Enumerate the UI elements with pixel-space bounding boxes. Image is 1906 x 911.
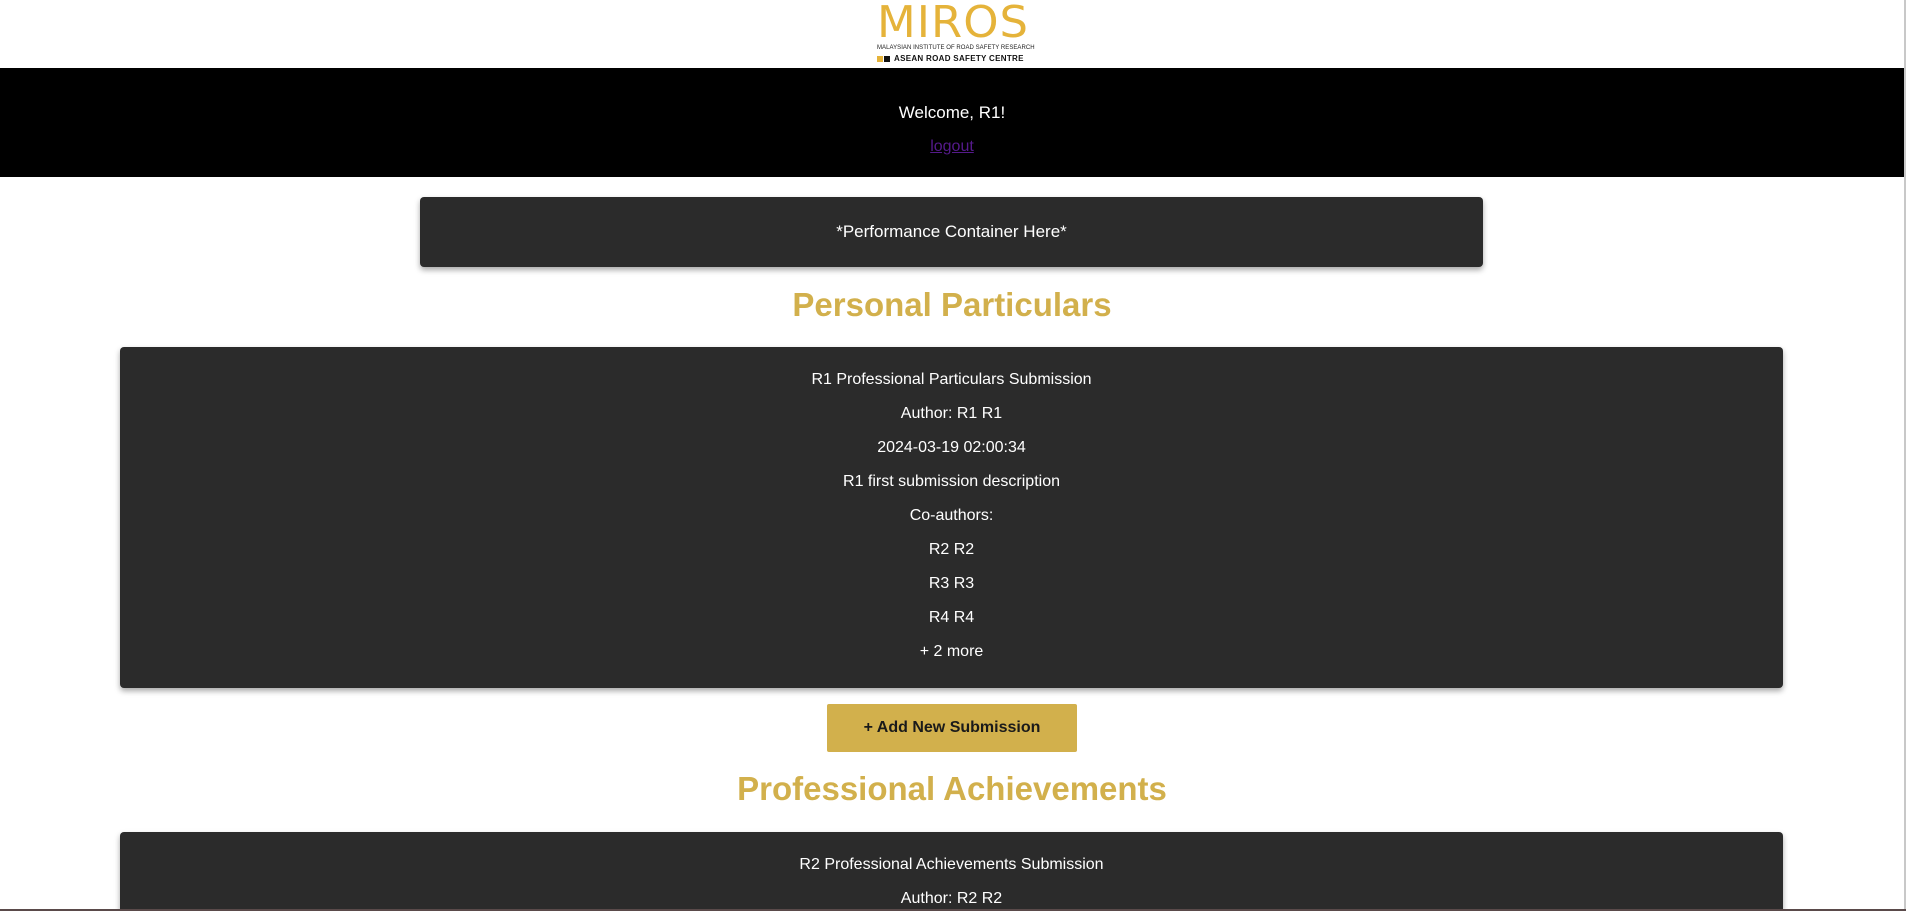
submission-title: R2 Professional Achievements Submission: [799, 856, 1104, 873]
coauthor-item: R4 R4: [928, 609, 975, 626]
submission-description: R1 first submission description: [843, 473, 1060, 490]
coauthor-item: R2 R2: [928, 541, 975, 558]
top-header: MIROS MALAYSIAN INSTITUTE OF ROAD SAFETY…: [0, 0, 1904, 68]
add-new-submission-button[interactable]: + Add New Submission: [827, 704, 1077, 752]
submission-title: R1 Professional Particulars Submission: [811, 371, 1092, 388]
miros-logo: MIROS MALAYSIAN INSTITUTE OF ROAD SAFETY…: [877, 0, 1035, 63]
performance-container: *Performance Container Here*: [420, 197, 1483, 267]
personal-particulars-heading: Personal Particulars: [792, 286, 1112, 323]
submission-author: Author: R2 R2: [900, 890, 1003, 907]
professional-achievements-submission-card[interactable]: R2 Professional Achievements Submission …: [120, 832, 1783, 911]
submission-date: 2024-03-19 02:00:34: [877, 439, 1026, 456]
logo-gold-square-icon: [877, 55, 883, 62]
logo-centre-text: ASEAN ROAD SAFETY CENTRE: [894, 54, 1024, 63]
professional-achievements-heading: Professional Achievements: [737, 770, 1167, 807]
personal-particulars-submission-card[interactable]: R1 Professional Particulars Submission A…: [120, 347, 1783, 688]
coauthor-item: R3 R3: [928, 575, 975, 592]
welcome-message: Welcome, R1!: [898, 103, 1006, 122]
welcome-bar: Welcome, R1! logout: [0, 68, 1904, 177]
page: MIROS MALAYSIAN INSTITUTE OF ROAD SAFETY…: [0, 0, 1906, 911]
logo-centre-row: ASEAN ROAD SAFETY CENTRE: [877, 54, 1024, 63]
logo-wordmark: MIROS: [877, 0, 1030, 48]
logout-link[interactable]: logout: [930, 138, 974, 156]
coauthors-label: Co-authors:: [909, 507, 994, 524]
logo-black-square-icon: [884, 55, 890, 62]
submission-author: Author: R1 R1: [900, 405, 1003, 422]
coauthors-more: + 2 more: [919, 643, 984, 660]
performance-placeholder-text: *Performance Container Here*: [836, 222, 1067, 241]
